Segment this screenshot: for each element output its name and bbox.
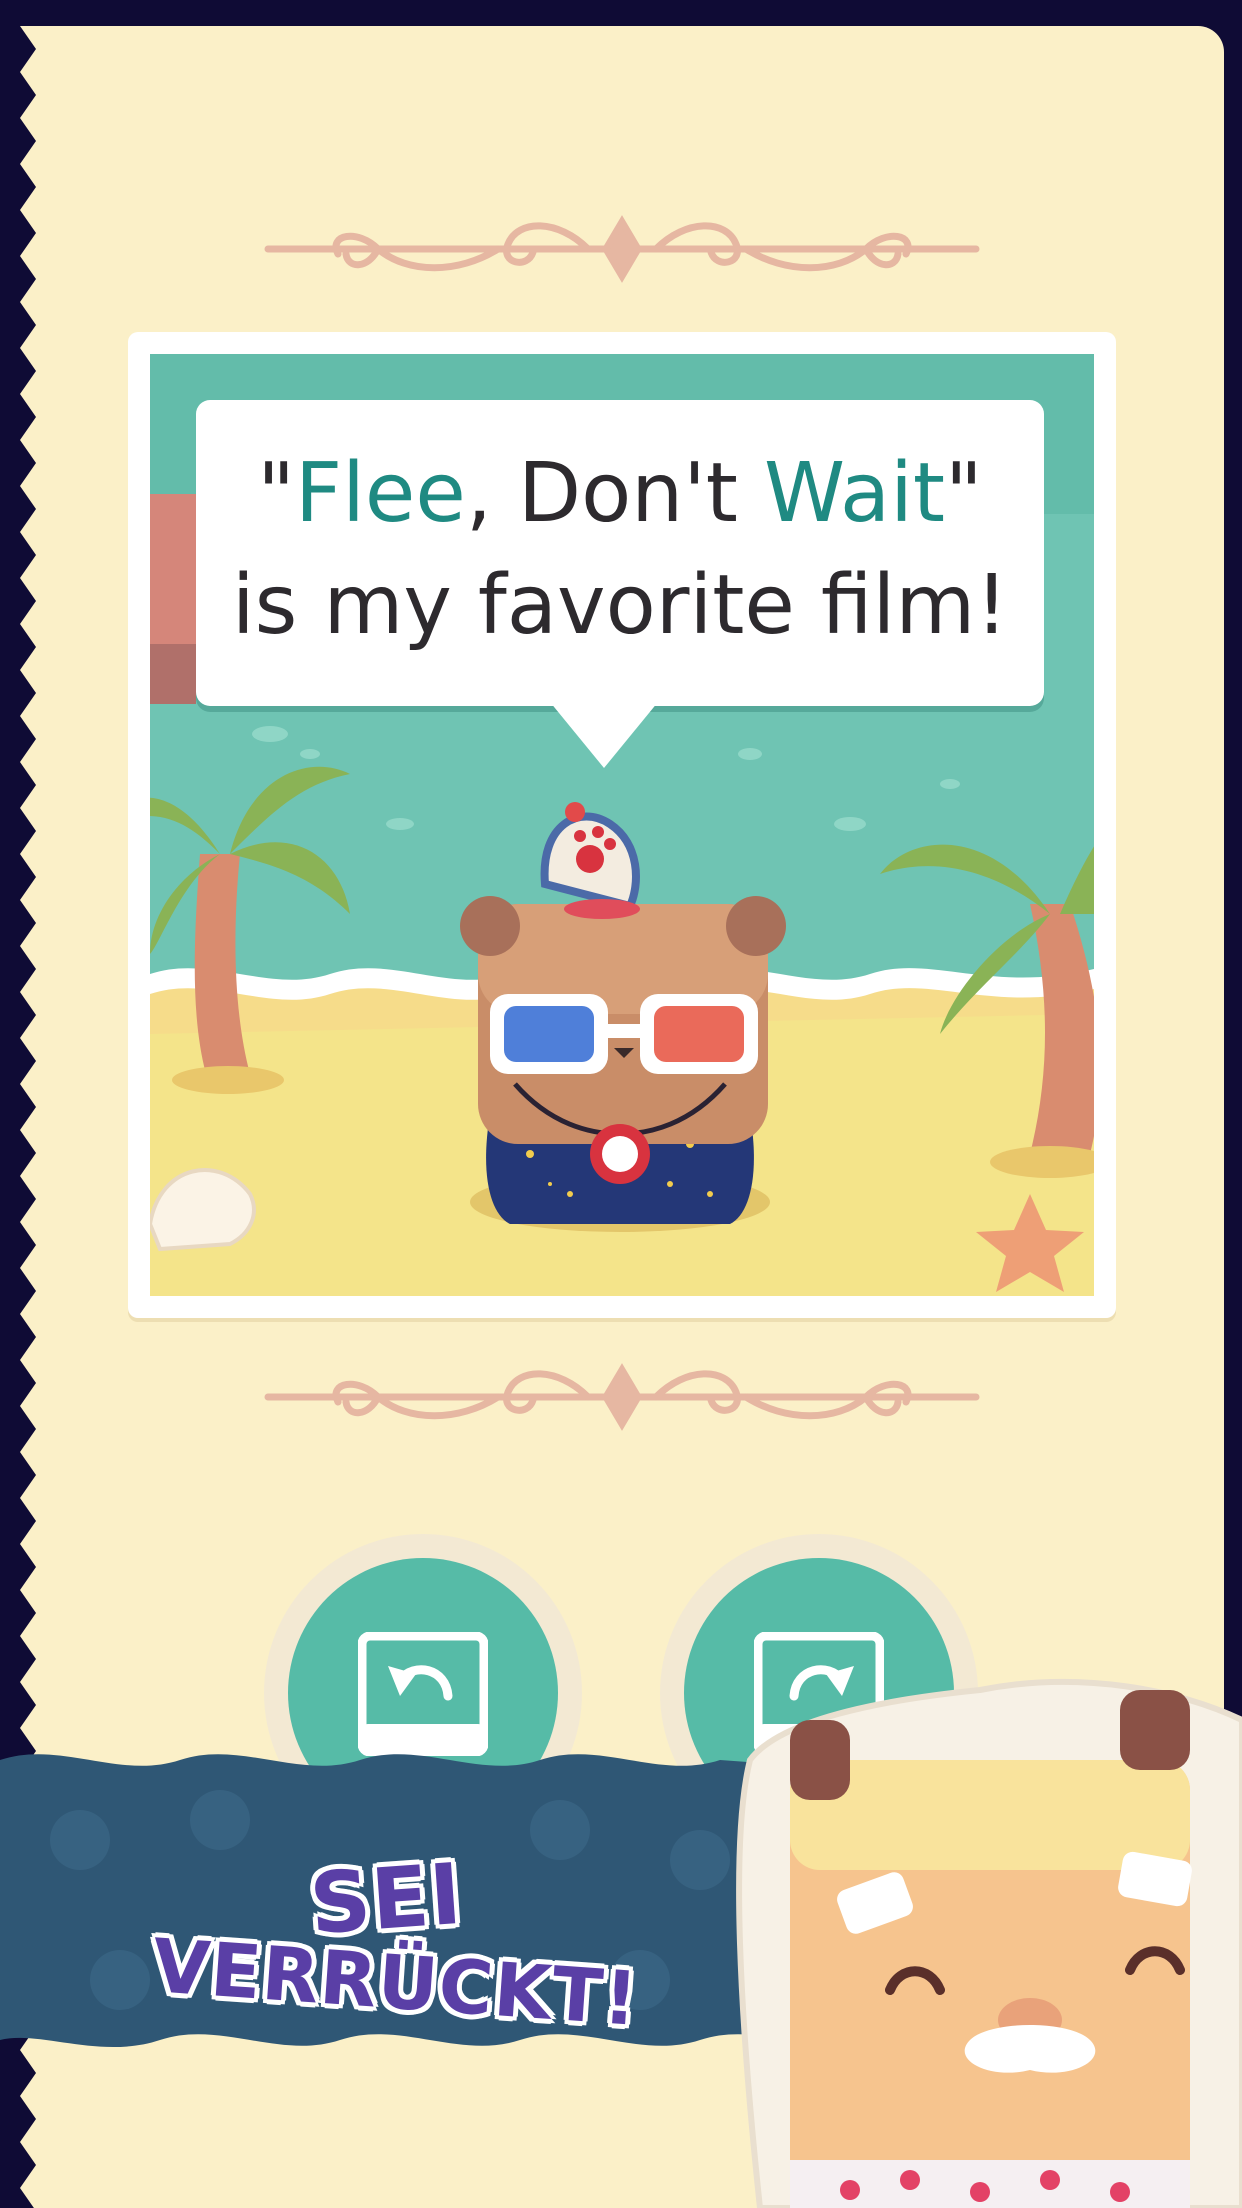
highlight-word-flee: Flee (294, 446, 466, 541)
beach-scene-image: "Flee, Don't Wait" is my favorite film! (150, 354, 1094, 1296)
top-ornament-divider (264, 215, 980, 283)
rotate-left-icon (358, 1632, 488, 1756)
speech-bubble-tail (550, 702, 658, 768)
photo-frame: "Flee, Don't Wait" is my favorite film! (128, 332, 1116, 1318)
bottom-ornament-divider (264, 1363, 980, 1431)
yeti-mascot-character (736, 1678, 1242, 2208)
speech-bubble: "Flee, Don't Wait" is my favorite film! (196, 400, 1044, 706)
highlight-word-wait: Wait (764, 446, 946, 541)
speech-line-1: "Flee, Don't Wait" (257, 446, 983, 541)
speech-line-2: is my favorite film! (231, 558, 1009, 653)
